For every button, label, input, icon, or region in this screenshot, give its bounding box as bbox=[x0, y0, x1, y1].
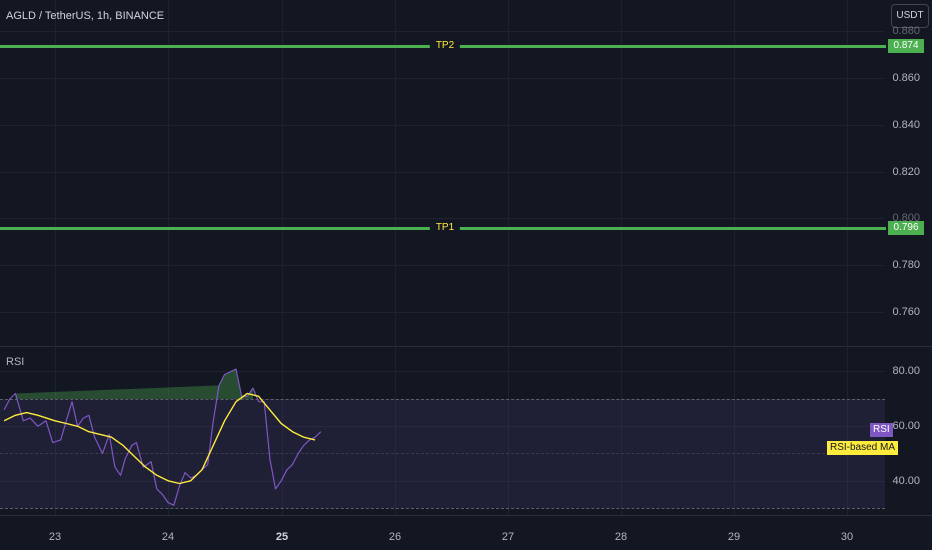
tp2-label: TP2 bbox=[429, 40, 461, 52]
price-tick: 0.760 bbox=[892, 306, 920, 318]
time-label: 27 bbox=[501, 531, 515, 543]
rsi-axis-tick: 40.00 bbox=[892, 475, 920, 487]
rsi-chart bbox=[3, 368, 322, 506]
time-label: 29 bbox=[727, 531, 741, 543]
rsi-ma-value-tag: RSI-based MA bbox=[827, 441, 899, 455]
horizontal-gridline bbox=[0, 31, 885, 32]
price-tick: 0.780 bbox=[892, 259, 920, 271]
time-label: 28 bbox=[614, 531, 628, 543]
horizontal-gridline bbox=[0, 78, 885, 79]
time-axis[interactable]: 23 24 25 26 27 28 29 30 bbox=[0, 516, 885, 550]
rsi-value-tag: RSI bbox=[870, 423, 893, 437]
rsi-axis-tick: 80.00 bbox=[892, 365, 920, 377]
time-label: 26 bbox=[388, 531, 402, 543]
price-axis[interactable]: 0.880 0.860 0.840 0.820 0.800 0.780 0.76… bbox=[886, 0, 932, 515]
time-label: 25 bbox=[275, 531, 289, 543]
time-label: 30 bbox=[840, 531, 854, 543]
horizontal-gridline bbox=[0, 125, 885, 126]
price-tick: 0.820 bbox=[892, 166, 920, 178]
rsi-axis-tick: 60.00 bbox=[892, 420, 920, 432]
price-tick: 0.840 bbox=[892, 119, 920, 131]
main-price-pane[interactable] bbox=[0, 0, 885, 347]
symbol-title[interactable]: AGLD / TetherUS, 1h, BINANCE bbox=[6, 10, 164, 22]
horizontal-gridline bbox=[0, 172, 885, 173]
price-tick: 0.880 bbox=[892, 25, 920, 37]
price-tick: 0.860 bbox=[892, 72, 920, 84]
time-label: 24 bbox=[161, 531, 175, 543]
time-label: 23 bbox=[48, 531, 62, 543]
horizontal-gridline bbox=[0, 312, 885, 313]
pane-separator[interactable] bbox=[0, 346, 932, 347]
tp1-label: TP1 bbox=[429, 222, 461, 234]
horizontal-gridline bbox=[0, 218, 885, 219]
price-tick: 0.800 bbox=[892, 212, 920, 224]
horizontal-gridline bbox=[0, 265, 885, 266]
